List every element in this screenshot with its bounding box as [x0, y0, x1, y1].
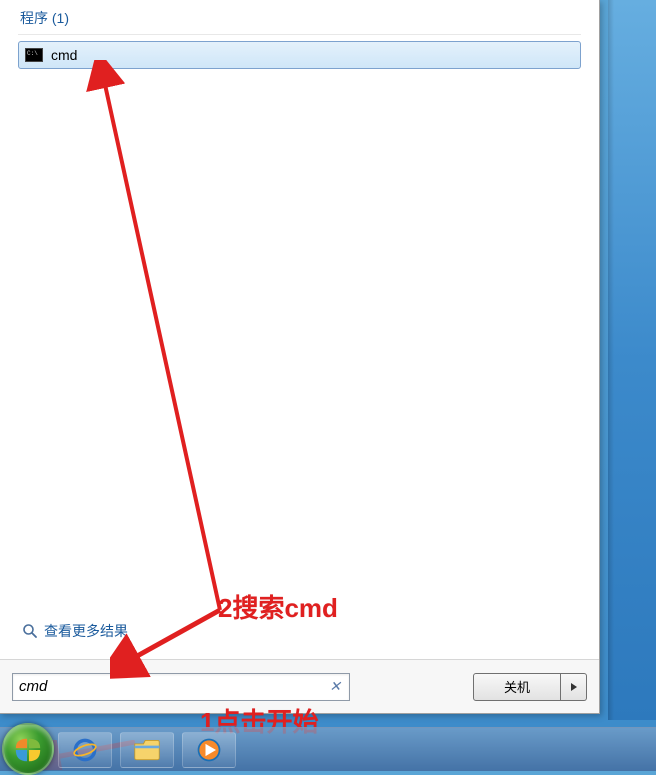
aero-desktop-edge — [608, 0, 656, 720]
start-menu-bottom-bar: ✕ 关机 — [0, 659, 599, 713]
see-more-label: 查看更多结果 — [44, 621, 128, 641]
start-button[interactable] — [2, 723, 54, 775]
taskbar-explorer-icon[interactable] — [120, 732, 174, 768]
search-result-label: cmd — [51, 47, 77, 63]
search-box[interactable]: ✕ — [12, 673, 350, 701]
search-results-section: 程序 (1) cmd — [0, 0, 599, 69]
start-menu: 程序 (1) cmd 查看更多结果 ✕ 关机 — [0, 0, 600, 714]
section-header-programs: 程序 (1) — [18, 4, 581, 35]
taskbar — [0, 727, 656, 771]
shutdown-label: 关机 — [504, 677, 530, 696]
clear-search-icon[interactable]: ✕ — [327, 678, 343, 695]
shutdown-button[interactable]: 关机 — [473, 673, 561, 701]
search-result-cmd[interactable]: cmd — [18, 41, 581, 69]
taskbar-ie-icon[interactable] — [58, 732, 112, 768]
shutdown-group: 关机 — [473, 673, 587, 701]
taskbar-media-player-icon[interactable] — [182, 732, 236, 768]
see-more-results-link[interactable]: 查看更多结果 — [22, 621, 128, 641]
cmd-icon — [25, 48, 43, 62]
shutdown-options-arrow[interactable] — [561, 673, 587, 701]
search-input[interactable] — [19, 678, 327, 695]
magnify-icon — [22, 623, 38, 639]
